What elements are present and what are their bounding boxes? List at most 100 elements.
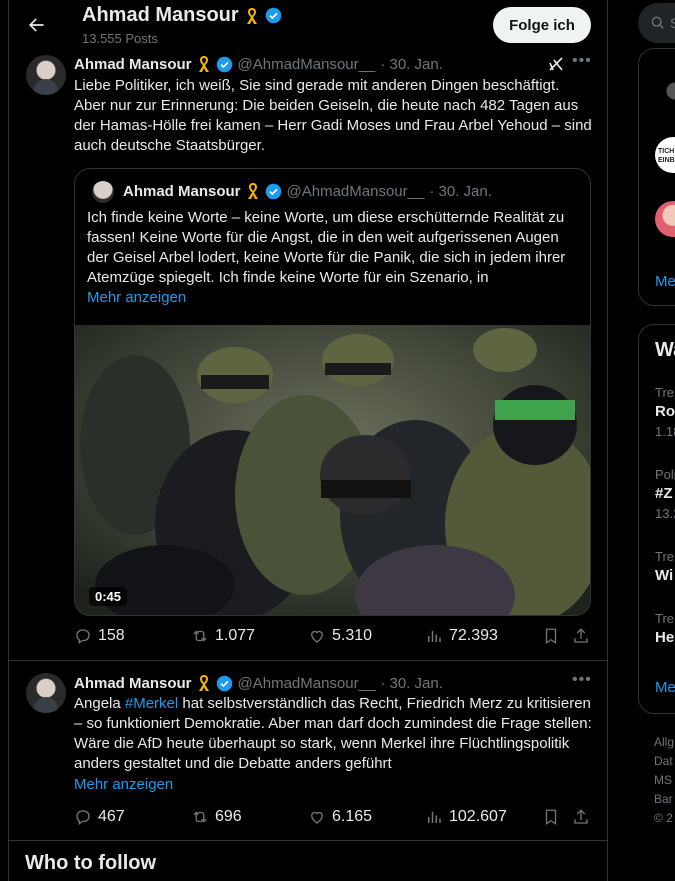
divider <box>9 840 608 841</box>
quote-author-handle: @AhmadMansour__ <box>286 182 425 200</box>
profile-name: Ahmad Mansour <box>82 4 282 27</box>
divider <box>9 660 608 661</box>
author-name[interactable]: Ahmad Mansour <box>74 675 192 692</box>
video-duration: 0:45 <box>89 587 128 606</box>
bookmark-button[interactable] <box>542 627 560 645</box>
tweet-header: Ahmad Mansour @AhmadMansour__ · 30. Jan. <box>74 674 443 692</box>
hashtag-link[interactable]: #Merkel <box>125 695 178 712</box>
verified-badge-icon <box>216 56 232 72</box>
show-more-link[interactable]: Me <box>655 679 675 696</box>
suggestion-avatar[interactable] <box>655 201 675 237</box>
quote-avatar <box>92 181 114 203</box>
repost-icon <box>193 811 207 823</box>
bookmark-button[interactable] <box>542 808 560 826</box>
bookmark-icon <box>545 809 557 826</box>
trend-meta: Tren <box>655 611 675 626</box>
footer-links: Allg Dat MS Bar © 2 <box>654 733 674 828</box>
footer-link[interactable]: Bar <box>654 790 674 809</box>
tweet-text: Angela #Merkel hat selbstverständlich da… <box>74 694 594 774</box>
profile-header: Ahmad Mansour 13.555 Posts Folge ich <box>9 0 608 50</box>
view-count: 102.607 <box>449 808 507 825</box>
trends-card: Wa Tren Ro 1.18 Poli #Z 13.2 Tren Wi Tre… <box>638 324 675 714</box>
trend-count: 13.2 <box>655 506 675 521</box>
back-arrow-icon[interactable] <box>23 12 49 38</box>
trend-item[interactable]: Tren Wi <box>655 549 675 584</box>
trend-title: Ro <box>655 403 675 420</box>
views-button[interactable]: 102.607 <box>425 808 507 826</box>
avatar[interactable] <box>26 55 66 95</box>
author-name[interactable]: Ahmad Mansour <box>74 56 192 73</box>
like-count: 6.165 <box>332 808 373 825</box>
reply-button[interactable]: 467 <box>74 808 125 826</box>
main-column: Ahmad Mansour 13.555 Posts Folge ich Ahm… <box>8 0 608 881</box>
like-button[interactable]: 5.310 <box>308 627 372 645</box>
heart-icon <box>311 630 323 643</box>
video-player[interactable]: 0:45 <box>75 325 590 615</box>
trend-item[interactable]: Tren Ro 1.18 <box>655 385 675 439</box>
suggestion-avatar[interactable]: TICH EINB <box>655 137 675 173</box>
more-options-icon[interactable]: ••• <box>572 672 592 691</box>
author-handle[interactable]: @AhmadMansour__ <box>238 56 376 73</box>
trend-count: 1.18 <box>655 424 675 439</box>
views-button[interactable]: 72.393 <box>425 627 498 645</box>
share-button[interactable] <box>572 627 590 645</box>
repost-icon <box>193 630 207 642</box>
trend-item[interactable]: Tren He <box>655 611 675 646</box>
grok-icon[interactable] <box>547 55 565 73</box>
right-sidebar: S TICH EINB Me Wa Tren Ro 1.18 Poli #Z 1… <box>624 0 675 881</box>
who-to-follow-heading: Who to follow <box>25 852 157 874</box>
verified-badge-icon <box>265 183 281 199</box>
tweet-header: Ahmad Mansour @AhmadMansour__ · 30. Jan. <box>74 55 443 73</box>
reply-icon <box>76 629 90 645</box>
view-count: 72.393 <box>449 627 498 644</box>
quote-header: Ahmad Mansour @AhmadMansour__ · 30. Jan. <box>123 182 492 200</box>
tweet-text: Liebe Politiker, ich weiß, Sie sind gera… <box>74 77 592 154</box>
footer-link[interactable]: Allg <box>654 733 674 752</box>
quoted-tweet[interactable]: Ahmad Mansour @AhmadMansour__ · 30. Jan.… <box>74 168 591 616</box>
reply-count: 158 <box>98 627 125 644</box>
verified-badge-icon <box>216 675 232 691</box>
author-handle[interactable]: @AhmadMansour__ <box>238 675 376 692</box>
yellow-ribbon-icon <box>198 56 209 72</box>
reply-button[interactable]: 158 <box>74 627 125 645</box>
tweet-date[interactable]: · 30. Jan. <box>380 675 443 692</box>
views-icon <box>428 811 441 823</box>
footer-link[interactable]: MS <box>654 771 674 790</box>
show-more-link[interactable]: Mehr anzeigen <box>87 288 186 308</box>
search-box[interactable]: S <box>638 3 675 43</box>
footer-link[interactable]: Dat <box>654 752 674 771</box>
repost-button[interactable]: 1.077 <box>191 627 255 645</box>
quote-text: Ich finde keine Worte – keine Worte, um … <box>87 209 566 286</box>
following-button[interactable]: Folge ich <box>493 7 591 43</box>
share-button[interactable] <box>572 808 590 826</box>
trend-title: Wi <box>655 567 674 584</box>
trend-title: #Z <box>655 485 673 502</box>
trend-title: He <box>655 629 675 646</box>
show-more-link[interactable]: Me <box>655 273 675 290</box>
repost-count: 1.077 <box>215 627 256 644</box>
share-icon <box>574 628 588 643</box>
bookmark-icon <box>545 628 557 645</box>
heart-icon <box>311 811 323 824</box>
views-icon <box>428 630 441 642</box>
yellow-ribbon-icon <box>198 675 209 691</box>
trend-meta: Tren <box>655 385 675 400</box>
tweet-text-start: Angela <box>74 695 125 712</box>
profile-name-text: Ahmad Mansour <box>82 4 239 26</box>
like-button[interactable]: 6.165 <box>308 808 372 826</box>
post-count: 13.555 Posts <box>82 31 158 46</box>
avatar[interactable] <box>26 673 66 713</box>
more-options-icon[interactable]: ••• <box>572 53 592 72</box>
search-icon <box>651 16 664 29</box>
yellow-ribbon-icon <box>246 7 257 24</box>
repost-button[interactable]: 696 <box>191 808 242 826</box>
like-count: 5.310 <box>332 627 373 644</box>
quote-author-name: Ahmad Mansour <box>123 182 241 200</box>
trend-item[interactable]: Poli #Z 13.2 <box>655 467 675 521</box>
tweet-date[interactable]: · 30. Jan. <box>380 56 443 73</box>
suggestion-image <box>657 71 675 111</box>
trend-meta: Poli <box>655 467 675 482</box>
trend-meta: Tren <box>655 549 675 564</box>
show-more-link[interactable]: Mehr anzeigen <box>74 775 173 795</box>
footer-copyright: © 2 <box>654 811 673 825</box>
